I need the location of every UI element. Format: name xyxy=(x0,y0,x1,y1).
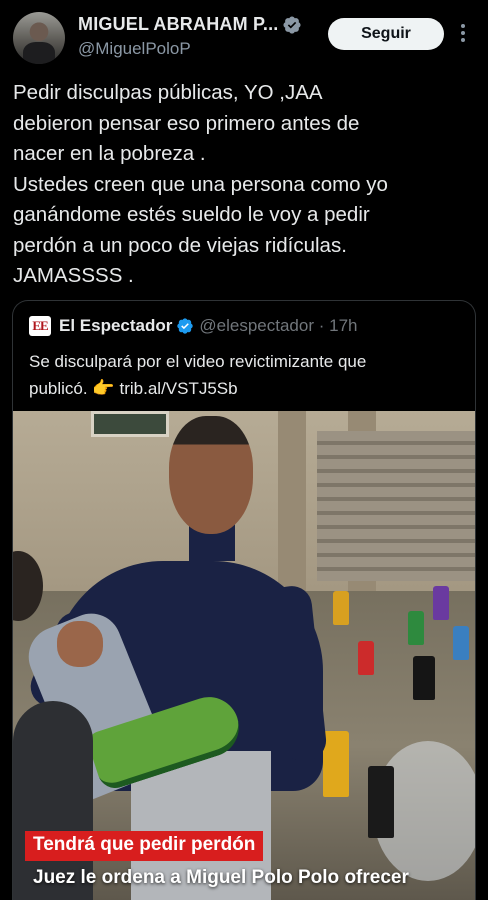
rain-boot xyxy=(368,766,394,838)
building-column xyxy=(278,411,306,601)
quoted-text-line1: Se disculpará por el video revictimizant… xyxy=(29,352,367,371)
background-stairs xyxy=(317,431,475,581)
rain-boot xyxy=(408,611,424,645)
author-handle[interactable]: @MiguelPoloP xyxy=(78,39,191,59)
verified-badge-icon xyxy=(283,15,302,34)
quoted-tweet-header: EE El Espectador @elespectador · 17h xyxy=(29,316,358,336)
follow-button[interactable]: Seguir xyxy=(328,18,444,50)
rain-boot xyxy=(453,626,469,660)
tweet-text: Pedir disculpas públicas, YO ,JAA debier… xyxy=(13,81,388,287)
quoted-tweet-text: Se disculpará por el video revictimizant… xyxy=(29,349,459,402)
author-avatar[interactable] xyxy=(13,12,65,64)
rain-boot xyxy=(323,731,349,797)
author-display-name[interactable]: MIGUEL ABRAHAM P... xyxy=(78,14,278,35)
video-caption-subline: Juez le ordena a Miguel Polo Polo ofrece… xyxy=(33,867,409,888)
pointing-hand-icon: 👉 xyxy=(92,378,115,398)
quoted-media-video[interactable]: Tendrá que pedir perdón Juez le ordena a… xyxy=(13,411,475,900)
quoted-author-name[interactable]: El Espectador xyxy=(59,316,172,336)
quoted-author-handle[interactable]: @elespectador xyxy=(199,316,314,336)
man-head xyxy=(169,416,253,534)
quoted-text-line2: publicó. xyxy=(29,379,88,398)
rain-boot xyxy=(333,591,349,625)
quoted-link[interactable]: trib.al/VSTJ5Sb xyxy=(120,379,238,398)
more-options-icon[interactable] xyxy=(456,22,470,46)
building-window xyxy=(91,411,169,437)
quoted-tweet-card[interactable]: EE El Espectador @elespectador · 17h Se … xyxy=(12,300,476,900)
tweet-header: MIGUEL ABRAHAM P... @MiguelPoloP Seguir xyxy=(0,0,488,72)
el-espectador-logo[interactable]: EE xyxy=(29,316,51,336)
author-name-row: MIGUEL ABRAHAM P... xyxy=(78,14,302,35)
man-hand xyxy=(57,621,103,667)
quoted-verified-badge-icon xyxy=(177,318,194,334)
rain-boot xyxy=(358,641,374,675)
rain-boot xyxy=(433,586,449,620)
video-caption-headline: Tendrá que pedir perdón xyxy=(25,831,264,861)
meta-separator: · xyxy=(318,316,325,335)
rain-boot xyxy=(413,656,435,700)
quoted-timestamp[interactable]: 17h xyxy=(329,316,357,336)
